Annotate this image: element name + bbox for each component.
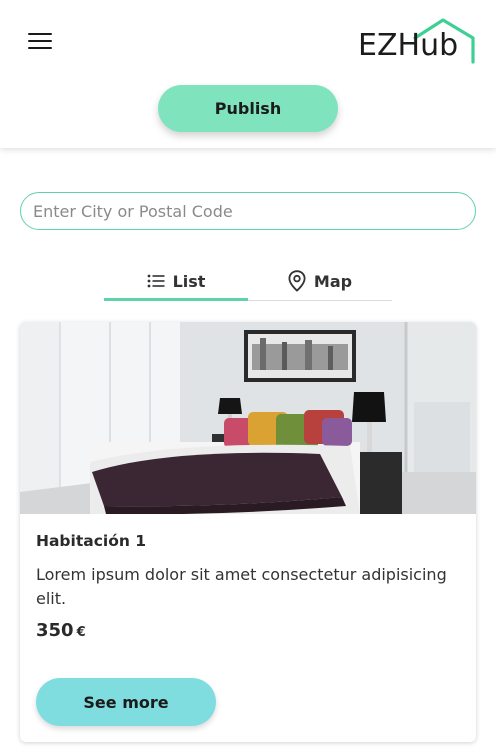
city-postal-search-input[interactable] bbox=[20, 192, 476, 230]
hamburger-menu-icon[interactable] bbox=[28, 32, 52, 50]
listing-title: Habitación 1 bbox=[36, 532, 147, 550]
listing-price: 350 € bbox=[36, 620, 86, 641]
tab-list-label: List bbox=[172, 271, 206, 291]
app-header: EZHub Publish bbox=[0, 0, 496, 148]
list-icon bbox=[147, 274, 165, 288]
logo-text: EZHub bbox=[358, 28, 459, 63]
map-pin-icon bbox=[288, 270, 306, 292]
listing-photo[interactable] bbox=[20, 322, 476, 514]
publish-button[interactable]: Publish bbox=[158, 85, 338, 132]
price-value: 350 bbox=[36, 620, 74, 641]
tab-list[interactable]: List bbox=[104, 260, 248, 302]
tab-active-indicator bbox=[104, 298, 248, 301]
tab-map[interactable]: Map bbox=[248, 260, 392, 302]
ezhub-logo[interactable]: EZHub bbox=[352, 16, 476, 66]
listing-card: Habitación 1 Lorem ipsum dolor sit amet … bbox=[20, 322, 476, 742]
view-tabs: List Map bbox=[104, 260, 392, 302]
tab-map-label: Map bbox=[313, 271, 353, 291]
listing-description: Lorem ipsum dolor sit amet consectetur a… bbox=[36, 565, 447, 608]
price-currency: € bbox=[76, 625, 86, 640]
see-more-button[interactable]: See more bbox=[36, 678, 216, 726]
